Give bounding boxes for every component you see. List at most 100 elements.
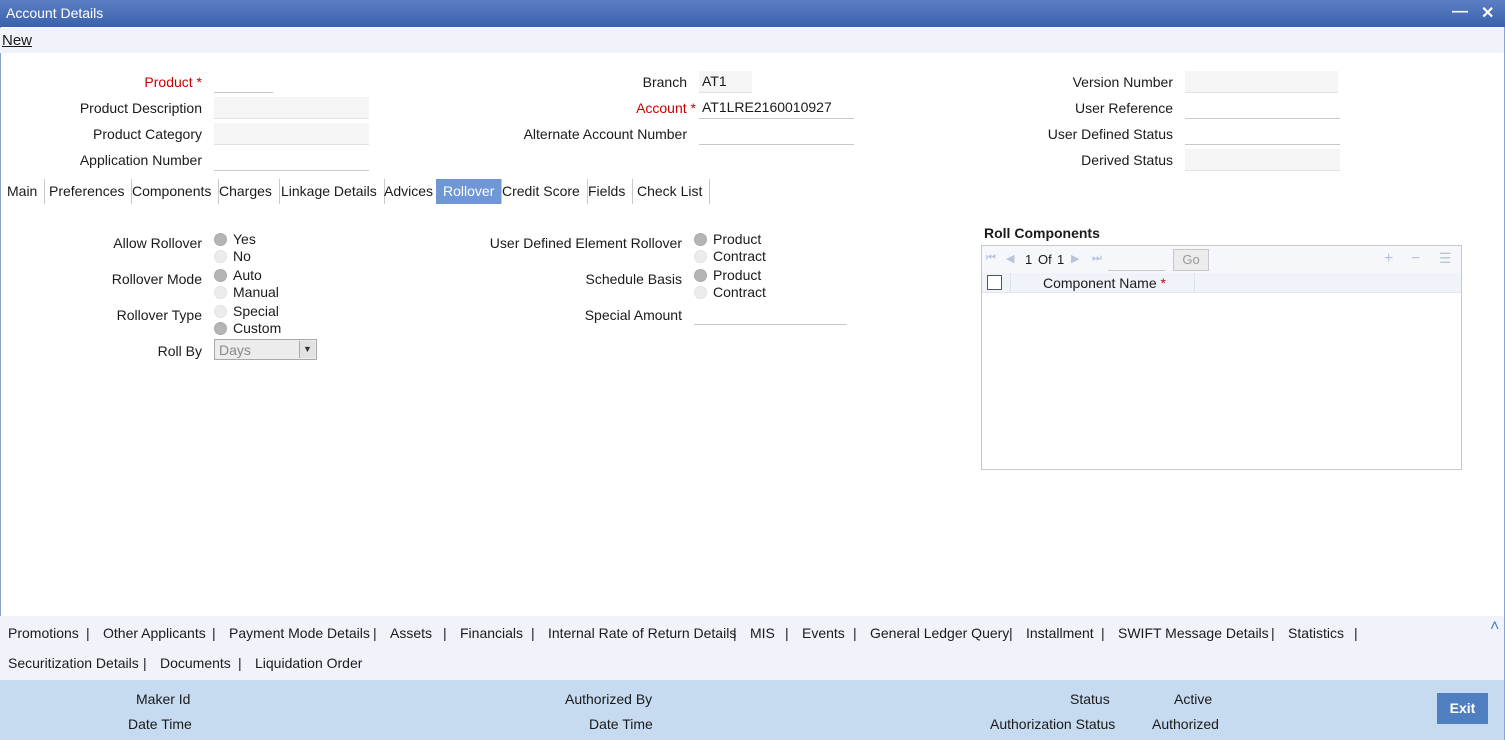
product-description-label: Product Description <box>79 100 202 116</box>
rollover-type-label: Rollover Type <box>116 307 202 323</box>
component-name-header[interactable]: Component Name * <box>1043 275 1166 291</box>
ude-rollover-product-label: Product <box>713 231 762 247</box>
page-number-input[interactable] <box>1108 249 1165 271</box>
schedule-basis-contract-label: Contract <box>713 284 766 300</box>
mis-link[interactable]: MIS <box>750 625 775 641</box>
rollover-mode-manual-label: Manual <box>233 284 279 300</box>
financials-link[interactable]: Financials <box>460 625 523 641</box>
first-page-icon[interactable]: ⏮ <box>986 252 996 265</box>
minimize-icon[interactable]: — <box>1452 3 1468 21</box>
swift-message-details-link[interactable]: SWIFT Message Details <box>1118 625 1269 641</box>
special-amount-input[interactable] <box>694 303 847 325</box>
roll-by-value: Days <box>219 342 251 358</box>
roll-components-grid: ⏮ ◀ 1 Of 1 ▶ ⏭ Go + − ☰ Component Name * <box>981 245 1462 470</box>
rollover-mode-auto-radio[interactable] <box>214 269 227 282</box>
schedule-basis-product-radio[interactable] <box>694 269 707 282</box>
securitization-details-link[interactable]: Securitization Details <box>8 655 139 671</box>
roll-components-header-row: Component Name * <box>982 273 1461 293</box>
maker-id-label: Maker Id <box>136 691 191 707</box>
select-all-checkbox[interactable] <box>987 275 1002 290</box>
exit-button[interactable]: Exit <box>1437 693 1488 724</box>
page-total: 1 <box>1057 252 1065 267</box>
delete-row-icon[interactable]: − <box>1411 250 1420 268</box>
rollover-type-custom-radio[interactable] <box>214 322 227 335</box>
tab-rollover[interactable]: Rollover <box>436 179 503 204</box>
events-link[interactable]: Events <box>802 625 845 641</box>
account-input[interactable]: AT1LRE2160010927 <box>699 97 854 119</box>
statistics-link[interactable]: Statistics <box>1288 625 1344 641</box>
tab-advices[interactable]: Advices <box>377 179 442 204</box>
separator: | <box>212 625 216 641</box>
column-divider <box>1010 273 1011 293</box>
last-page-icon[interactable]: ⏭ <box>1092 252 1102 265</box>
tab-preferences[interactable]: Preferences <box>42 179 133 204</box>
previous-page-icon[interactable]: ◀ <box>1006 252 1014 265</box>
action-toolbar: New <box>0 28 1504 53</box>
installment-link[interactable]: Installment <box>1026 625 1094 641</box>
collapse-chevron-icon[interactable]: ˄ <box>1490 618 1499 636</box>
branch-label: Branch <box>642 74 687 90</box>
close-icon[interactable]: ✕ <box>1481 3 1494 23</box>
roll-by-select[interactable]: Days ▼ <box>214 339 317 360</box>
go-button[interactable]: Go <box>1173 249 1209 271</box>
general-ledger-query-link[interactable]: General Ledger Query <box>870 625 1009 641</box>
new-link[interactable]: New <box>2 32 32 49</box>
alternate-account-number-input[interactable] <box>699 123 854 145</box>
account-label: Account * <box>636 100 696 116</box>
rollover-mode-manual-radio[interactable] <box>214 286 227 299</box>
allow-rollover-no-radio[interactable] <box>214 250 227 263</box>
schedule-basis-product-label: Product <box>713 267 762 283</box>
liquidation-order-link[interactable]: Liquidation Order <box>255 655 362 671</box>
dropdown-arrow-icon[interactable]: ▼ <box>299 341 315 358</box>
list-view-icon[interactable]: ☰ <box>1439 250 1452 267</box>
allow-rollover-no-label: No <box>233 248 251 264</box>
add-row-icon[interactable]: + <box>1384 250 1393 268</box>
page-current: 1 <box>1025 252 1033 267</box>
rollover-mode-auto-label: Auto <box>233 267 262 283</box>
product-description-field <box>214 97 369 119</box>
ude-rollover-label: User Defined Element Rollover <box>489 235 682 251</box>
status-label: Status <box>1070 691 1110 707</box>
ude-rollover-product-radio[interactable] <box>694 233 707 246</box>
tab-main[interactable]: Main <box>0 179 46 204</box>
rollover-type-special-radio[interactable] <box>214 305 227 318</box>
separator: | <box>853 625 857 641</box>
product-category-label: Product Category <box>93 126 202 142</box>
next-page-icon[interactable]: ▶ <box>1071 252 1079 265</box>
tab-fields[interactable]: Fields <box>581 179 634 204</box>
status-value: Active <box>1174 691 1213 707</box>
allow-rollover-yes-label: Yes <box>233 231 256 247</box>
derived-status-label: Derived Status <box>1081 152 1173 168</box>
product-input[interactable] <box>214 71 273 93</box>
application-number-input[interactable] <box>214 149 369 171</box>
allow-rollover-yes-radio[interactable] <box>214 233 227 246</box>
roll-by-label: Roll By <box>157 343 202 359</box>
irr-details-link[interactable]: Internal Rate of Return Details <box>548 625 736 641</box>
column-divider <box>1194 273 1195 293</box>
schedule-basis-contract-radio[interactable] <box>694 286 707 299</box>
application-number-label: Application Number <box>79 152 202 168</box>
roll-components-toolbar: ⏮ ◀ 1 Of 1 ▶ ⏭ Go + − ☰ <box>982 246 1461 273</box>
version-number-label: Version Number <box>1072 74 1173 90</box>
documents-link[interactable]: Documents <box>160 655 231 671</box>
tab-credit-score[interactable]: Credit Score <box>495 179 588 204</box>
payment-mode-details-link[interactable]: Payment Mode Details <box>229 625 370 641</box>
tab-charges[interactable]: Charges <box>212 179 280 204</box>
tab-components[interactable]: Components <box>125 179 220 204</box>
ude-rollover-contract-radio[interactable] <box>694 250 707 263</box>
user-defined-status-input[interactable] <box>1185 123 1340 145</box>
separator: | <box>373 625 377 641</box>
derived-status-field <box>1185 149 1340 171</box>
alternate-account-number-label: Alternate Account Number <box>523 126 687 142</box>
tab-linkage-details[interactable]: Linkage Details <box>274 179 385 204</box>
assets-link[interactable]: Assets <box>390 625 432 641</box>
user-reference-input[interactable] <box>1185 97 1340 119</box>
promotions-link[interactable]: Promotions <box>8 625 79 641</box>
other-applicants-link[interactable]: Other Applicants <box>103 625 206 641</box>
window-titlebar: Account Details — ✕ <box>0 0 1505 27</box>
authorized-by-label: Authorized By <box>565 691 653 707</box>
separator: | <box>1271 625 1275 641</box>
version-number-field <box>1185 71 1338 93</box>
separator: | <box>1354 625 1358 641</box>
tab-check-list[interactable]: Check List <box>630 179 711 204</box>
